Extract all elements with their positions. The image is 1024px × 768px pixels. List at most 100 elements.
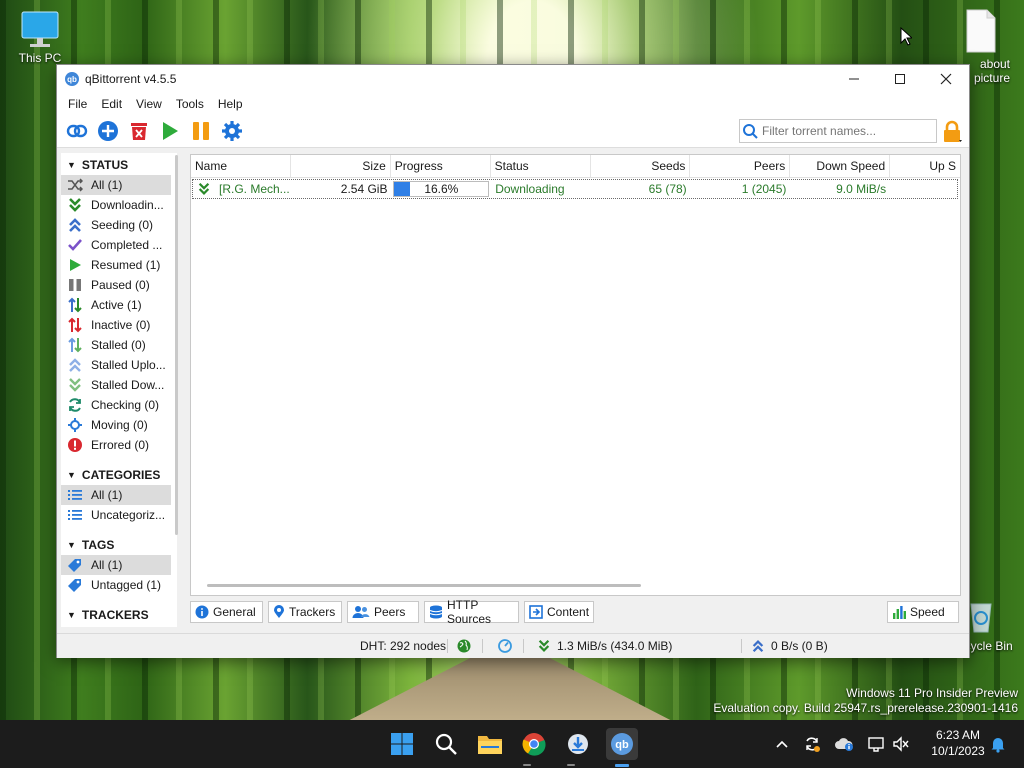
list-icon [67,507,83,523]
this-pc-desktop-icon[interactable]: This PC [12,10,68,65]
cloud-tray-button[interactable] [832,734,856,754]
status-filter-seeding[interactable]: Seeding (0) [61,215,177,235]
collapse-chevron-icon: ▼ [67,470,76,480]
download-speed-status[interactable]: 1.3 MiB/s (434.0 MiB) [537,634,672,658]
taskbar: qb 6:23 AM 10/1/2023 [0,720,1024,768]
status-header-label: STATUS [81,158,129,172]
status-filter-downloading[interactable]: Downloadin... [61,195,177,215]
status-filter-moving[interactable]: Moving (0) [61,415,177,435]
tab-general[interactable]: General [190,601,263,623]
filter-search-box[interactable] [739,119,937,143]
status-filter-paused[interactable]: Paused (0) [61,275,177,295]
status-filter-checking[interactable]: Checking (0) [61,395,177,415]
sync-tray-button[interactable] [800,734,824,754]
pause-button[interactable] [185,117,216,145]
table-horizontal-scrollbar[interactable] [207,584,641,587]
status-separator [523,639,524,653]
properties-tab-bar: General Trackers Peers HTTP Sources Cont… [190,598,961,626]
tag-filter-all[interactable]: All (1) [61,555,171,575]
taskbar-clock[interactable]: 6:23 AM 10/1/2023 [920,727,996,759]
tag-filter-label: Untagged (1) [91,578,162,592]
show-hidden-icons-button[interactable] [770,734,794,754]
tab-peers[interactable]: Peers [347,601,419,623]
menu-help[interactable]: Help [211,97,250,111]
trackers-section-header[interactable]: ▼ TRACKERS [61,605,177,625]
status-filter-resumed[interactable]: Resumed (1) [61,255,177,275]
menu-file[interactable]: File [61,97,94,111]
tab-content[interactable]: Content [524,601,594,623]
status-filter-inactive[interactable]: Inactive (0) [61,315,177,335]
network-status-button[interactable] [457,634,471,658]
network-tray-button[interactable] [864,734,888,754]
minimize-button[interactable] [831,65,877,93]
speed-tab[interactable]: Speed [887,601,959,623]
tag-icon [67,557,83,573]
qbittorrent-taskbar-button[interactable]: qb [606,728,638,760]
volume-tray-button[interactable] [889,734,913,754]
menu-view[interactable]: View [129,97,169,111]
installer-taskbar-button[interactable] [562,728,594,760]
monitor-icon [21,11,59,47]
alt-speed-button[interactable] [498,634,512,658]
collapse-chevron-icon: ▼ [67,160,76,170]
column-header-name[interactable]: Name [191,155,291,177]
tags-section-header[interactable]: ▼ TAGS [61,535,177,555]
notifications-button[interactable] [986,734,1010,754]
add-torrent-link-button[interactable] [61,117,92,145]
start-button[interactable] [386,728,418,760]
file-explorer-taskbar-button[interactable] [474,728,506,760]
status-section-header[interactable]: ▼ STATUS [61,155,177,175]
tab-http-sources[interactable]: HTTP Sources [424,598,519,626]
download-installer-icon [568,734,588,754]
column-header-size[interactable]: Size [291,155,391,177]
lock-button[interactable] [941,120,963,147]
volume-muted-icon [893,736,909,752]
column-header-up-speed[interactable]: Up S [890,155,960,177]
column-header-status[interactable]: Status [491,155,591,177]
column-header-seeds[interactable]: Seeds [591,155,691,177]
options-button[interactable] [216,117,247,145]
status-filter-stalled[interactable]: Stalled (0) [61,335,177,355]
resume-button[interactable] [154,117,185,145]
column-header-peers[interactable]: Peers [690,155,791,177]
maximize-button[interactable] [877,65,923,93]
status-filter-completed[interactable]: Completed ... [61,235,177,255]
category-filter-all[interactable]: All (1) [61,485,171,505]
link-icon [66,124,87,138]
status-filter-all[interactable]: All (1) [61,175,171,195]
pause-icon [192,122,209,140]
svg-text:qb: qb [615,739,629,751]
sidebar-scrollbar[interactable] [175,155,178,535]
filter-torrent-input[interactable] [760,123,934,139]
globe-icon [457,639,471,653]
search-taskbar-button[interactable] [430,728,462,760]
sync-icon [806,737,820,752]
categories-section-header[interactable]: ▼ CATEGORIES [61,465,177,485]
table-row[interactable]: [R.G. Mech... 2.54 GiB 16.6% Downloading… [192,179,958,199]
delete-torrent-button[interactable] [123,117,154,145]
status-filter-errored[interactable]: Errored (0) [61,435,177,455]
status-filter-stalled-downloading[interactable]: Stalled Dow... [61,375,177,395]
add-torrent-file-button[interactable] [92,117,123,145]
cell-down-speed: 9.0 MiB/s [836,182,887,196]
status-filter-stalled-uploading[interactable]: Stalled Uplo... [61,355,177,375]
menu-tools[interactable]: Tools [169,97,211,111]
plus-circle-icon [97,121,118,141]
chrome-taskbar-button[interactable] [518,728,550,760]
column-header-progress[interactable]: Progress [391,155,491,177]
upload-speed-status[interactable]: 0 B/s (0 B) [751,634,828,658]
upload-chevron-icon [67,217,83,233]
status-filter-active[interactable]: Active (1) [61,295,177,315]
category-filter-uncategorized[interactable]: Uncategoriz... [61,505,177,525]
title-bar[interactable]: qb qBittorrent v4.5.5 [57,65,969,93]
tab-trackers[interactable]: Trackers [268,601,342,623]
tag-filter-untagged[interactable]: Untagged (1) [61,575,177,595]
gear-icon [221,121,242,141]
bell-icon [991,738,1005,753]
column-header-down-speed[interactable]: Down Speed [790,155,891,177]
clock-date: 10/1/2023 [931,744,985,758]
cell-size: 2.54 GiB [340,182,388,196]
close-button[interactable] [923,65,969,93]
menu-edit[interactable]: Edit [94,97,129,111]
this-pc-label: This PC [18,51,62,65]
